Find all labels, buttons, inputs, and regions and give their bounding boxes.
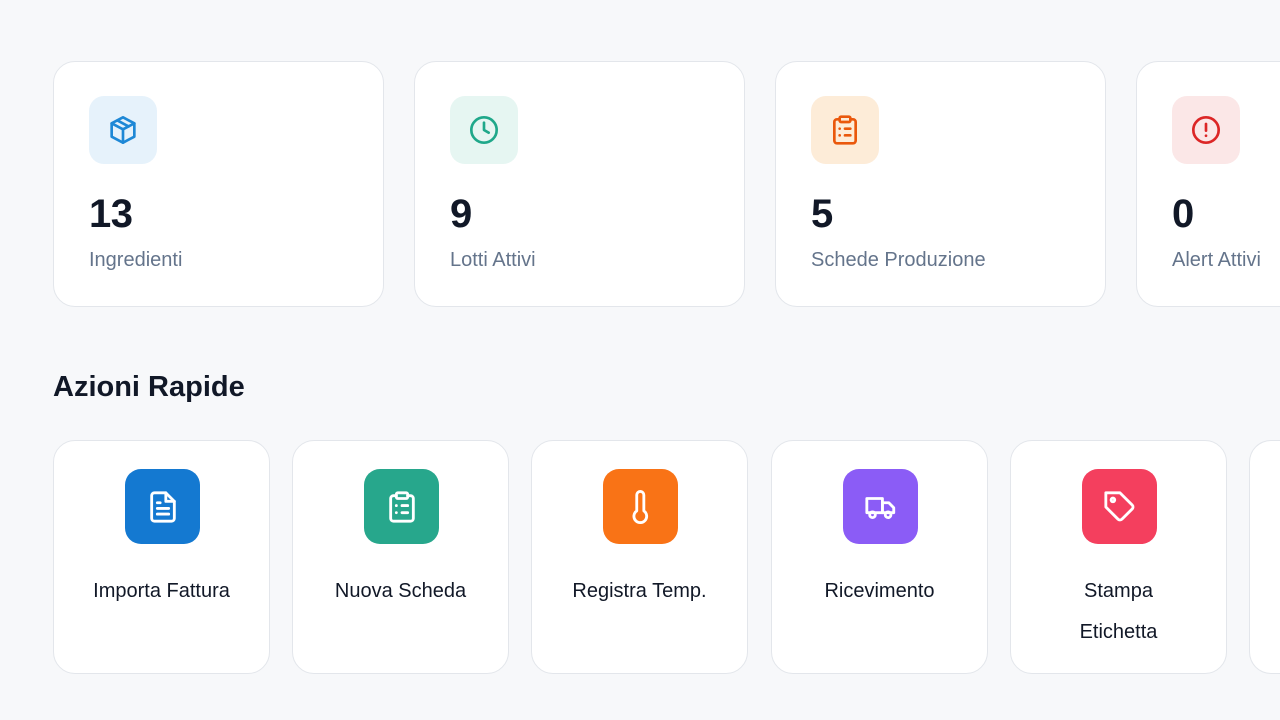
- stat-card-ingredienti[interactable]: 13 Ingredienti: [53, 61, 384, 307]
- stat-value: 9: [450, 192, 472, 236]
- action-registra-temp-button[interactable]: Registra Temp.: [531, 440, 748, 674]
- stat-value: 0: [1172, 192, 1194, 236]
- section-title-azioni-rapide: Azioni Rapide: [53, 371, 245, 403]
- action-card-partial[interactable]: [1249, 440, 1280, 674]
- dashboard: 13 Ingredienti 9 Lotti Attivi 5 Schede P…: [0, 0, 1280, 720]
- stat-value: 13: [89, 192, 133, 236]
- thermometer-icon: [603, 469, 678, 544]
- stat-label: Lotti Attivi: [450, 249, 536, 271]
- action-label: Importa Fattura: [93, 580, 230, 602]
- alert-circle-icon: [1172, 96, 1240, 164]
- stat-card-schede-produzione[interactable]: 5 Schede Produzione: [775, 61, 1106, 307]
- stat-card-alert-attivi[interactable]: 0 Alert Attivi: [1136, 61, 1280, 307]
- tag-icon: [1082, 469, 1157, 544]
- file-text-icon: [125, 469, 200, 544]
- clock-icon: [450, 96, 518, 164]
- action-label: Registra Temp.: [572, 580, 707, 602]
- stat-label: Schede Produzione: [811, 249, 986, 271]
- stat-card-lotti-attivi[interactable]: 9 Lotti Attivi: [414, 61, 745, 307]
- action-label: Stampa Etichetta: [1079, 580, 1158, 643]
- truck-icon: [843, 469, 918, 544]
- stat-value: 5: [811, 192, 833, 236]
- package-icon: [89, 96, 157, 164]
- stat-label: Ingredienti: [89, 249, 183, 271]
- action-nuova-scheda-button[interactable]: Nuova Scheda: [292, 440, 509, 674]
- action-stampa-etichetta-button[interactable]: Stampa Etichetta: [1010, 440, 1227, 674]
- action-ricevimento-button[interactable]: Ricevimento: [771, 440, 988, 674]
- action-importa-fattura-button[interactable]: Importa Fattura: [53, 440, 270, 674]
- action-label: Ricevimento: [824, 580, 935, 602]
- action-label: Nuova Scheda: [334, 580, 467, 602]
- stat-label: Alert Attivi: [1172, 249, 1261, 271]
- clipboard-list-icon: [364, 469, 439, 544]
- clipboard-icon: [811, 96, 879, 164]
